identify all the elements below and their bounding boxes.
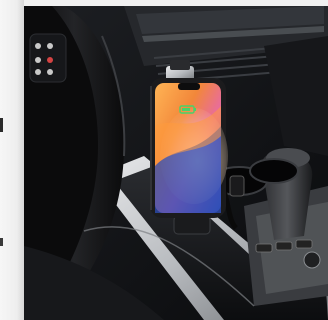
mount-clamp-cap xyxy=(170,60,190,70)
screenshot-canvas xyxy=(0,0,328,320)
cup-holder xyxy=(249,158,299,184)
edge-marker xyxy=(0,238,3,246)
steering-wheel-controls xyxy=(29,33,67,83)
usb-adapter xyxy=(229,175,245,197)
car-interior-photo xyxy=(24,6,328,320)
phone-edge-highlight xyxy=(150,86,152,210)
photo-illustration xyxy=(24,6,328,320)
smartphone xyxy=(150,78,228,218)
console-knob xyxy=(303,251,321,269)
mount-base xyxy=(173,215,211,235)
console-button xyxy=(275,241,293,251)
edge-marker xyxy=(0,118,3,132)
left-margin-strip xyxy=(0,0,24,320)
console-button xyxy=(295,239,313,249)
console-button xyxy=(255,243,273,253)
phone-notch xyxy=(178,83,200,90)
